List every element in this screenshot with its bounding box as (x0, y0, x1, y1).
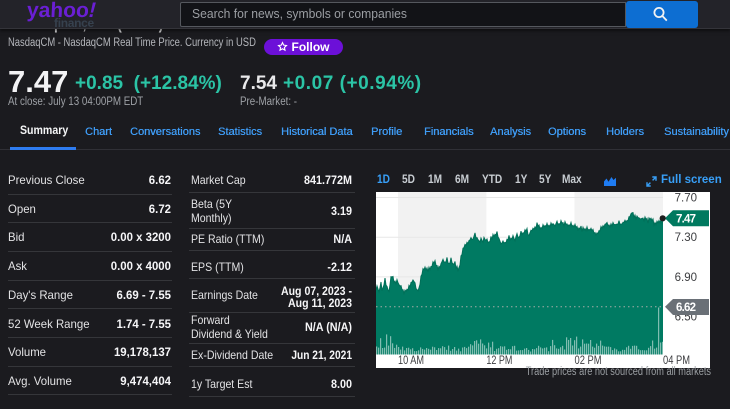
svg-text:10 AM: 10 AM (398, 355, 424, 367)
svg-text:7.47: 7.47 (676, 214, 696, 226)
svg-text:6.90: 6.90 (675, 272, 697, 284)
svg-text:7.30: 7.30 (675, 232, 697, 244)
svg-text:6.62: 6.62 (676, 302, 696, 314)
svg-text:7.70: 7.70 (675, 193, 697, 205)
